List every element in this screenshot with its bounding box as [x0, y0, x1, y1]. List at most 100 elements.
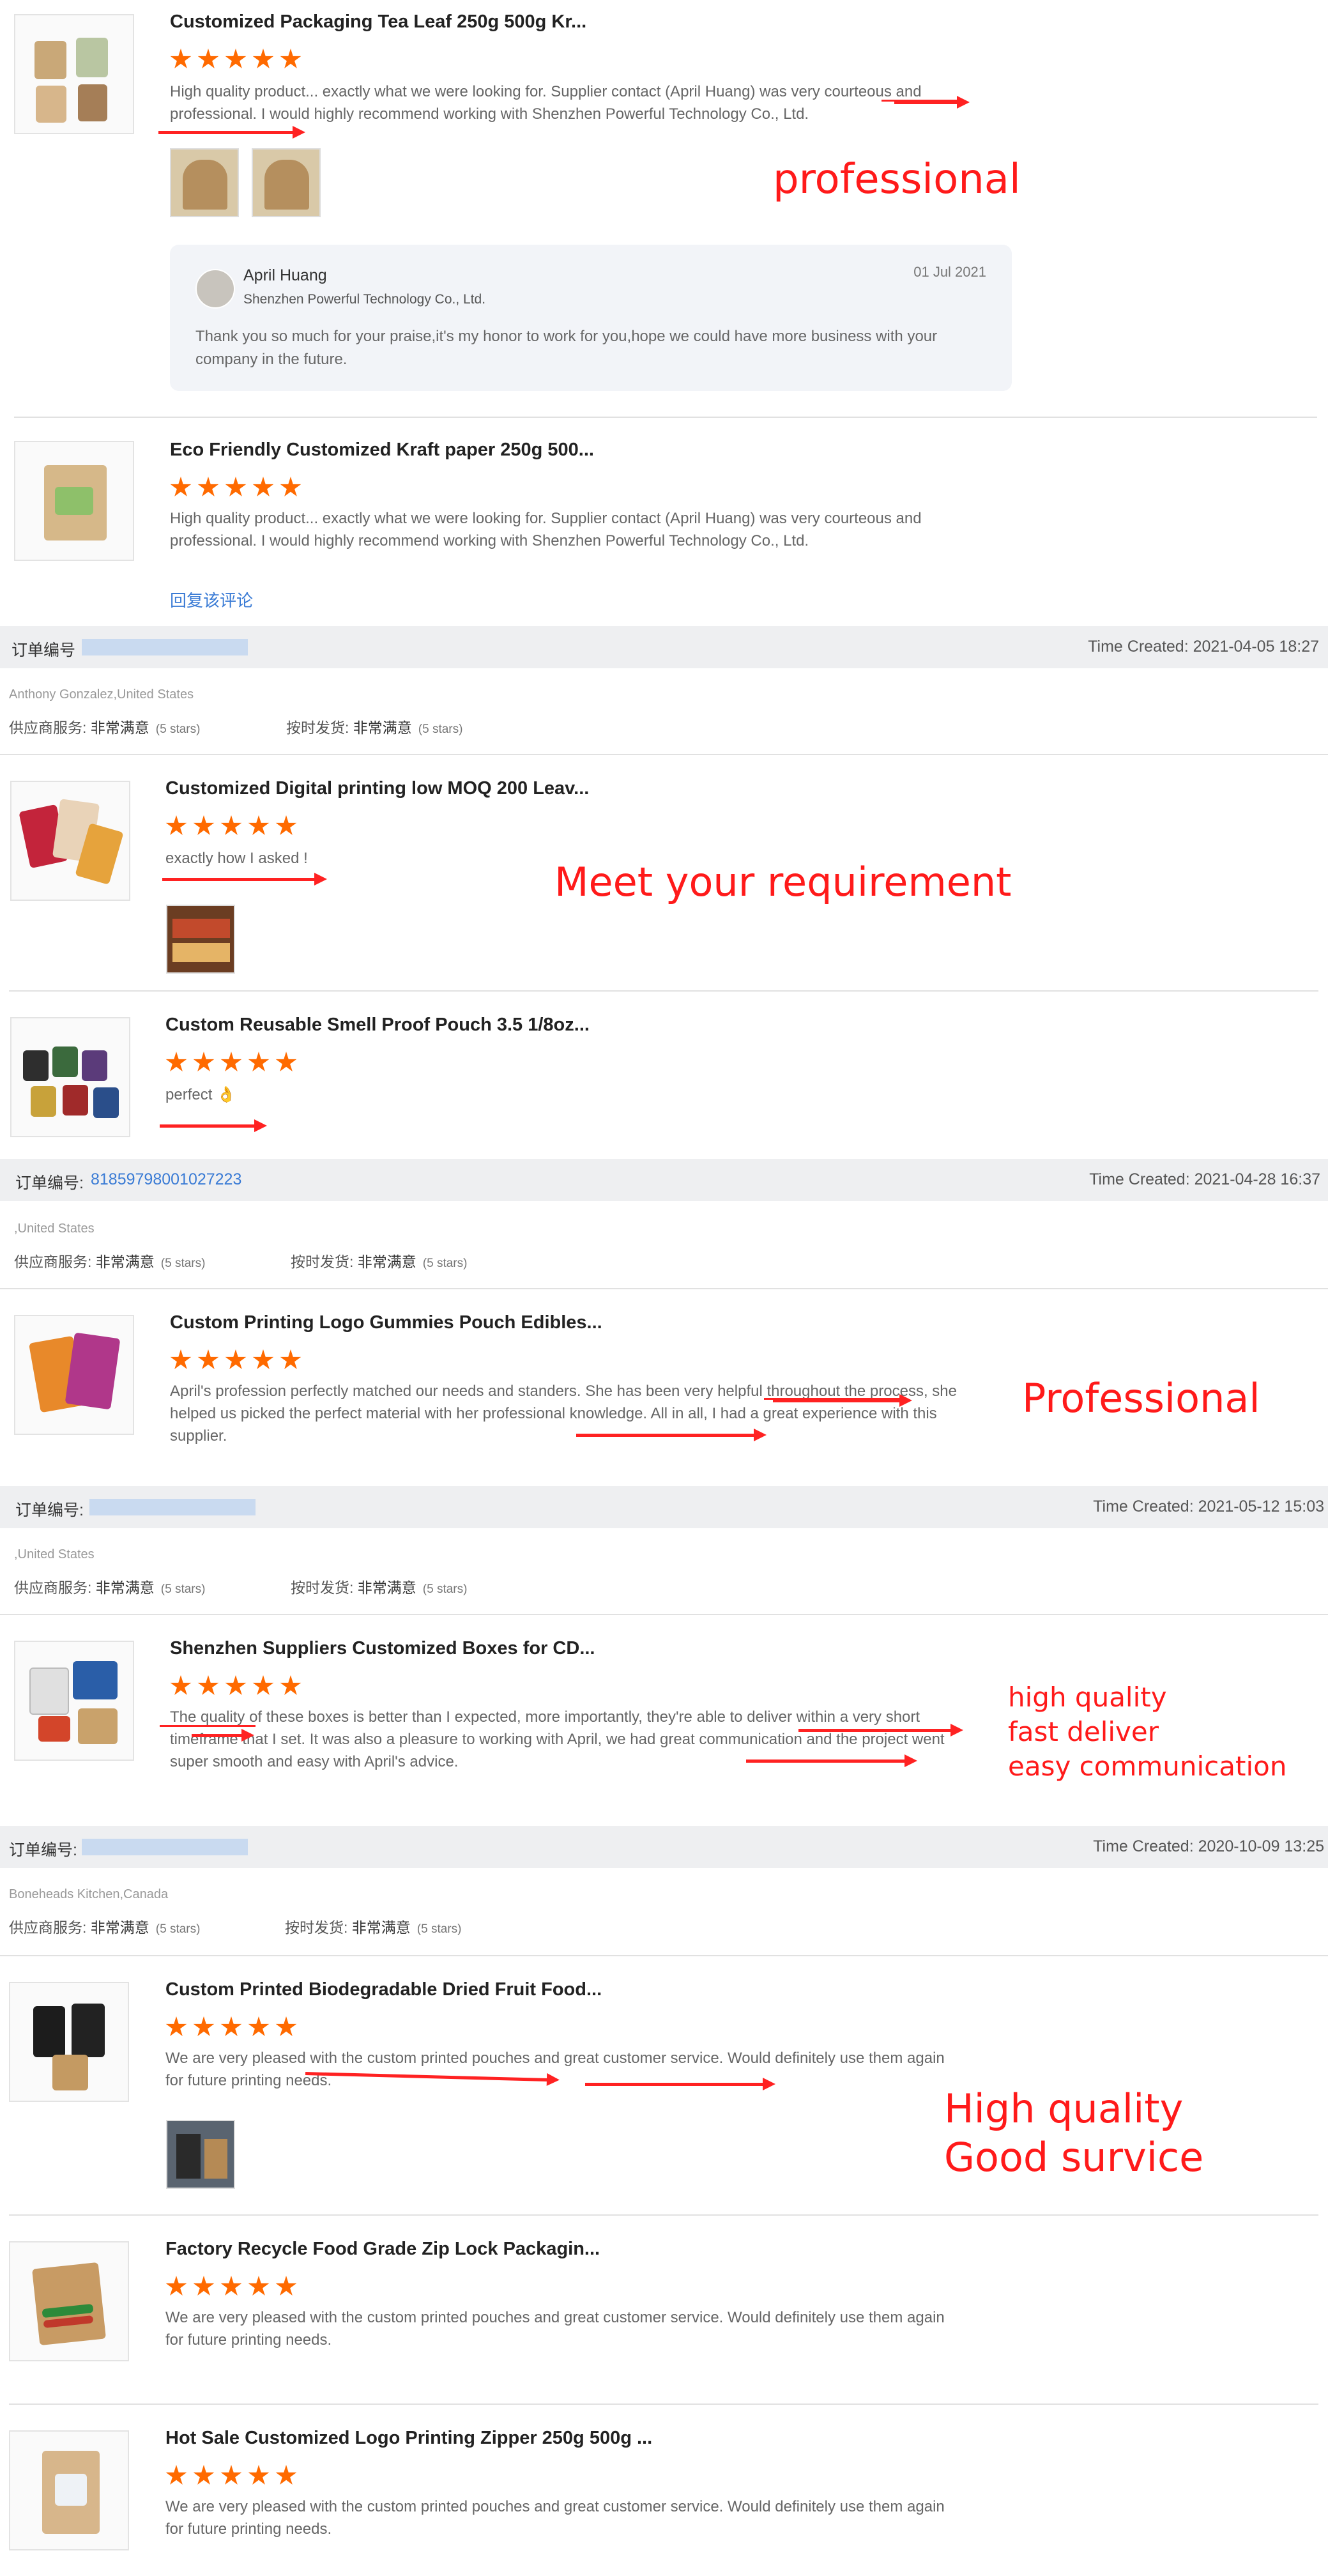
supplier-service-rating: 供应商服务: 非常满意 (5 stars) — [14, 1579, 206, 1596]
product-thumbnail[interactable] — [10, 781, 130, 901]
product-thumbnail[interactable] — [14, 14, 134, 134]
divider — [9, 2404, 1318, 2405]
annotation-high-quality-2: High quality — [944, 2085, 1184, 2132]
divider — [0, 1955, 1328, 1956]
divider — [14, 417, 1317, 418]
review-photo[interactable] — [252, 148, 321, 217]
star-rating — [170, 49, 301, 70]
product-title[interactable]: Custom Printed Biodegradable Dried Fruit… — [165, 1979, 602, 2000]
ontime-shipping-rating: 按时发货: 非常满意 (5 stars) — [286, 719, 463, 736]
product-thumbnail[interactable] — [14, 1315, 134, 1435]
order-number-label: 订单编号: — [9, 1841, 77, 1859]
product-thumbnail[interactable] — [9, 1982, 129, 2102]
review-text: April's profession perfectly matched our… — [170, 1383, 957, 1445]
order-number[interactable]: 81859798001027223 — [91, 1170, 241, 1189]
star-icon — [193, 2276, 215, 2296]
review-photo[interactable] — [166, 2120, 235, 2189]
star-icon — [248, 2465, 270, 2485]
arrow-annotation — [798, 1724, 963, 1736]
divider — [9, 2214, 1318, 2216]
product-title[interactable]: Factory Recycle Food Grade Zip Lock Pack… — [165, 2239, 600, 2260]
star-rating — [170, 477, 301, 498]
review-photo[interactable] — [170, 148, 239, 217]
order-header: 订单编号: 81859798001027223 Time Created: 20… — [0, 1159, 1328, 1201]
product-title[interactable]: Custom Reusable Smell Proof Pouch 3.5 1/… — [165, 1015, 590, 1036]
order-number-redacted — [89, 1499, 256, 1515]
annotation-professional-2: Professional — [1022, 1375, 1260, 1422]
star-icon — [280, 1675, 301, 1695]
time-created: Time Created: 2021-04-28 16:37 — [1089, 1170, 1320, 1188]
reply-company: Shenzhen Powerful Technology Co., Ltd. — [243, 292, 486, 307]
product-thumbnail[interactable] — [9, 2241, 129, 2361]
divider — [0, 1614, 1328, 1615]
product-title[interactable]: Eco Friendly Customized Kraft paper 250g… — [170, 440, 594, 461]
star-icon — [193, 815, 215, 835]
ontime-shipping-rating: 按时发货: 非常满意 (5 stars) — [291, 1254, 468, 1270]
star-rating — [165, 2016, 297, 2038]
order-header: 订单编号: Time Created: 2021-05-12 15:03 — [0, 1486, 1328, 1528]
review-text: High quality product... exactly what we … — [170, 83, 922, 123]
order-number-label: 订单编号 — [11, 641, 76, 659]
star-icon — [280, 1349, 301, 1369]
star-icon — [248, 1052, 270, 1071]
review-text: We are very pleased with the custom prin… — [165, 2050, 945, 2089]
star-icon — [252, 49, 274, 68]
star-icon — [165, 2276, 187, 2296]
star-icon — [225, 477, 247, 496]
reply-author: April Huang — [243, 266, 327, 284]
product-thumbnail[interactable] — [14, 441, 134, 561]
product-title[interactable]: Custom Printing Logo Gummies Pouch Edibl… — [170, 1312, 602, 1333]
star-icon — [220, 815, 242, 835]
buyer-name: Anthony Gonzalez,United States — [9, 687, 194, 702]
time-created: Time Created: 2020-10-09 13:25 — [1093, 1837, 1324, 1855]
product-thumbnail[interactable] — [10, 1017, 130, 1137]
supplier-service-rating: 供应商服务: 非常满意 (5 stars) — [9, 719, 201, 736]
annotation-high-quality: high quality — [1008, 1682, 1167, 1713]
divider — [0, 1288, 1328, 1289]
order-header: 订单编号: Time Created: 2020-10-09 13:25 — [0, 1826, 1328, 1868]
product-title[interactable]: Customized Packaging Tea Leaf 250g 500g … — [170, 12, 586, 33]
arrow-annotation — [576, 1429, 767, 1441]
star-icon — [197, 1349, 219, 1369]
review-text: High quality product... exactly what we … — [170, 510, 922, 549]
star-icon — [193, 1052, 215, 1071]
review-text: We are very pleased with the custom prin… — [165, 2309, 945, 2349]
annotation-meet-requirement: Meet your requirement — [554, 859, 1012, 905]
order-number-redacted — [82, 639, 248, 656]
product-title[interactable]: Hot Sale Customized Logo Printing Zipper… — [165, 2428, 652, 2449]
star-icon — [220, 2465, 242, 2485]
star-icon — [252, 1349, 274, 1369]
star-icon — [197, 1675, 219, 1695]
arrow-annotation — [158, 126, 305, 139]
ontime-shipping-rating: 按时发货: 非常满意 (5 stars) — [285, 1919, 462, 1936]
arrow-annotation — [746, 1754, 917, 1767]
star-icon — [165, 1052, 187, 1071]
review-photo[interactable] — [166, 905, 235, 974]
annotation-easy-communication: easy communication — [1008, 1751, 1287, 1782]
annotation-professional: professional — [773, 156, 1021, 203]
supplier-service-rating: 供应商服务: 非常满意 (5 stars) — [9, 1919, 201, 1936]
product-title[interactable]: Shenzhen Suppliers Customized Boxes for … — [170, 1638, 595, 1659]
divider — [9, 990, 1318, 992]
arrow-annotation — [160, 1119, 267, 1132]
star-icon — [220, 1052, 242, 1071]
star-icon — [225, 49, 247, 68]
star-icon — [165, 2465, 187, 2485]
star-icon — [197, 49, 219, 68]
order-header: 订单编号 Time Created: 2021-04-05 18:27 — [0, 626, 1328, 668]
star-icon — [275, 2276, 297, 2296]
star-rating — [170, 1349, 301, 1371]
product-title[interactable]: Customized Digital printing low MOQ 200 … — [165, 778, 589, 799]
annotation-fast-deliver: fast deliver — [1008, 1716, 1159, 1747]
product-thumbnail[interactable] — [14, 1641, 134, 1761]
star-rating — [170, 1675, 301, 1697]
star-icon — [220, 2016, 242, 2036]
star-icon — [165, 2016, 187, 2036]
star-icon — [280, 477, 301, 496]
annotation-good-service: Good survice — [944, 2134, 1204, 2181]
ontime-shipping-rating: 按时发货: 非常满意 (5 stars) — [291, 1579, 468, 1596]
reply-to-review-link[interactable]: 回复该评论 — [170, 588, 253, 611]
product-thumbnail[interactable] — [9, 2430, 129, 2550]
star-icon — [275, 2016, 297, 2036]
star-icon — [170, 1349, 192, 1369]
